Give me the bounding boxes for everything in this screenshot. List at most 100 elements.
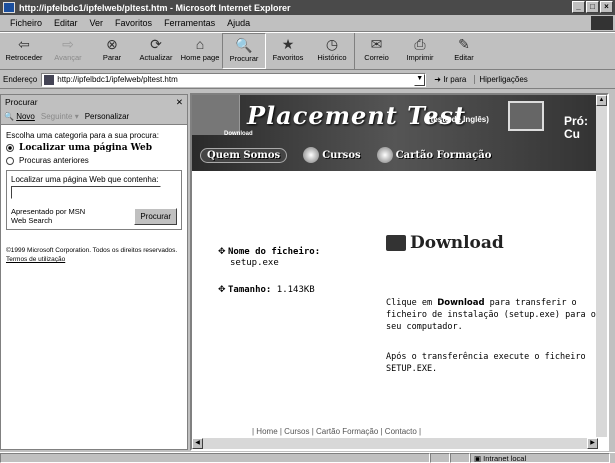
provider-row: Apresentado por MSN Web Search Procurar (11, 207, 177, 225)
mail-icon: ✉ (370, 36, 383, 52)
address-url: http://ipfelbdc1/ipfelweb/pltest.htm (57, 75, 178, 84)
search-submit-button[interactable]: Procurar (134, 207, 177, 225)
standard-toolbar: ⇦ Retroceder ⇨ Avançar ⊗ Parar ⟳ Actualizar … (0, 32, 615, 70)
status-cell (430, 453, 450, 463)
status-bar: ▣ Intranet local (0, 452, 615, 463)
history-button[interactable]: ◷ Histórico (310, 33, 354, 69)
mail-button[interactable]: ✉ Correio (354, 33, 398, 69)
footer-links[interactable]: | Home | Cursos | Cartão Formação | Cont… (252, 427, 421, 436)
file-name-field: ✥ Nome do ficheiro: setup.exe (218, 247, 321, 268)
address-bar: Endereço http://ipfelbdc1/ipfelweb/pltes… (0, 71, 615, 89)
print-icon: ⎙ (414, 36, 426, 52)
customize-button[interactable]: Personalizar (85, 112, 129, 121)
radio-find-web-page[interactable]: Localizar uma página Web (6, 143, 182, 153)
favorites-icon: ★ (281, 36, 295, 52)
favorites-button[interactable]: ★ Favoritos (266, 33, 310, 69)
search-pane: Procurar ✕ 🔍 Novo Seguinte ▾ Personaliza… (0, 94, 188, 450)
banner-subtitle: (teste de Inglês) (428, 115, 489, 124)
intranet-icon: ▣ (474, 454, 484, 463)
radio-unselected-icon (6, 156, 14, 165)
forward-button[interactable]: ⇨ Avançar (46, 33, 90, 69)
refresh-button[interactable]: ⟳ Actualizar (134, 33, 178, 69)
go-button[interactable]: ➜ Ir para (434, 75, 466, 84)
computer-illustration (508, 101, 544, 131)
address-dropdown-button[interactable]: ▼ (414, 73, 426, 86)
edit-button[interactable]: ✎ Editar (442, 33, 486, 69)
find-box: Localizar uma página Web que contenha: A… (6, 170, 182, 230)
site-nav: Quem Somos Cursos Cartão Formação (192, 141, 598, 169)
nav-cartao-formacao[interactable]: Cartão Formação (376, 147, 491, 163)
search-pane-close-icon[interactable]: ✕ (176, 97, 183, 108)
scroll-up-icon[interactable]: ▲ (596, 95, 607, 106)
globe-icon (376, 147, 393, 163)
bullet-icon: ✥ (218, 247, 226, 257)
search-button[interactable]: 🔍 Procurar (222, 33, 266, 69)
menu-tools[interactable]: Ferramentas (158, 18, 221, 28)
banner-photo (192, 95, 240, 135)
ie-icon (3, 2, 15, 13)
provider-text: Apresentado por MSN Web Search (11, 207, 86, 225)
search-pane-body: Escolha uma categoria para a sua procura… (1, 125, 187, 270)
menu-help[interactable]: Ajuda (221, 18, 256, 28)
title-bar: http://ipfelbdc1/ipfelweb/pltest.htm - M… (0, 0, 615, 15)
search-prompt: Escolha uma categoria para a sua procura… (6, 131, 159, 140)
home-icon: ⌂ (195, 36, 205, 52)
download-instructions: Clique em Download para transferir o fic… (386, 298, 596, 332)
stop-button[interactable]: ⊗ Parar (90, 33, 134, 69)
refresh-icon: ⟳ (150, 36, 162, 52)
minimize-button[interactable]: _ (572, 1, 585, 13)
nav-cursos[interactable]: Cursos (303, 147, 361, 163)
bullet-icon: ✥ (218, 285, 226, 295)
download-link[interactable]: Download (386, 233, 504, 253)
home-button[interactable]: ⌂ Home page (178, 33, 222, 69)
copyright-text: ©1999 Microsoft Corporation. Todos os di… (6, 247, 178, 263)
scroll-left-icon[interactable]: ◀ (192, 438, 203, 449)
edit-icon: ✎ (458, 36, 470, 52)
radio-selected-icon (6, 144, 14, 152)
terms-link[interactable]: Termos de utilização (6, 256, 65, 263)
menu-edit[interactable]: Editar (48, 18, 84, 28)
print-button[interactable]: ⎙ Imprimir (398, 33, 442, 69)
radio-previous-searches[interactable]: Procuras anteriores (6, 156, 182, 165)
back-arrow-icon: ⇦ (18, 36, 30, 52)
forward-arrow-icon: ⇨ (62, 36, 74, 52)
windows-logo-icon (591, 16, 613, 30)
back-button[interactable]: ⇦ Retroceder (2, 33, 46, 69)
links-button[interactable]: Hiperligações (474, 75, 528, 84)
search-pane-header: Procurar ✕ (1, 95, 187, 109)
next-button[interactable]: Seguinte ▾ (41, 112, 79, 121)
address-input[interactable]: http://ipfelbdc1/ipfelweb/pltest.htm ▼ (41, 72, 427, 87)
search-input[interactable] (11, 186, 161, 199)
page-banner: Placement Test (teste de Inglês) Pró: Cu… (192, 95, 598, 171)
status-cell (450, 453, 470, 463)
menu-bar: Ficheiro Editar Ver Favoritos Ferramenta… (0, 15, 615, 32)
zone-indicator: ▣ Intranet local (470, 453, 610, 463)
file-size-field: ✥ Tamanho: 1.143KB (218, 285, 315, 295)
banner-side-text: Pró: Cu (564, 114, 588, 141)
nav-quem-somos[interactable]: Quem Somos (200, 147, 288, 163)
scroll-right-icon[interactable]: ▶ (587, 438, 598, 449)
search-pane-toolbar: 🔍 Novo Seguinte ▾ Personalizar (1, 109, 187, 125)
find-label: Localizar uma página Web que contenha: (11, 175, 159, 184)
maximize-button[interactable]: □ (586, 1, 599, 13)
window-controls: _ □ × (572, 1, 613, 13)
vertical-scrollbar[interactable]: ▲ (596, 95, 607, 437)
menu-favorites[interactable]: Favoritos (109, 18, 158, 28)
menu-view[interactable]: Ver (84, 18, 110, 28)
globe-icon (303, 147, 320, 163)
new-search-button[interactable]: 🔍 Novo (4, 112, 35, 121)
web-content: Placement Test (teste de Inglês) Pró: Cu… (190, 93, 609, 451)
search-pane-title: Procurar (5, 97, 38, 107)
horizontal-scrollbar[interactable]: ◀ ▶ (192, 438, 598, 449)
menu-file[interactable]: Ficheiro (4, 18, 48, 28)
after-download-text: Após o transferência execute o ficheiro … (386, 352, 586, 374)
search-icon: 🔍 (235, 37, 253, 53)
page-icon (44, 74, 55, 85)
address-label: Endereço (3, 75, 38, 84)
file-size-value: 1.143KB (276, 285, 315, 295)
status-text (0, 453, 430, 463)
file-name-value: setup.exe (230, 258, 279, 268)
history-icon: ◷ (325, 36, 339, 52)
close-button[interactable]: × (600, 1, 613, 13)
window-title: http://ipfelbdc1/ipfelweb/pltest.htm - M… (19, 2, 291, 13)
